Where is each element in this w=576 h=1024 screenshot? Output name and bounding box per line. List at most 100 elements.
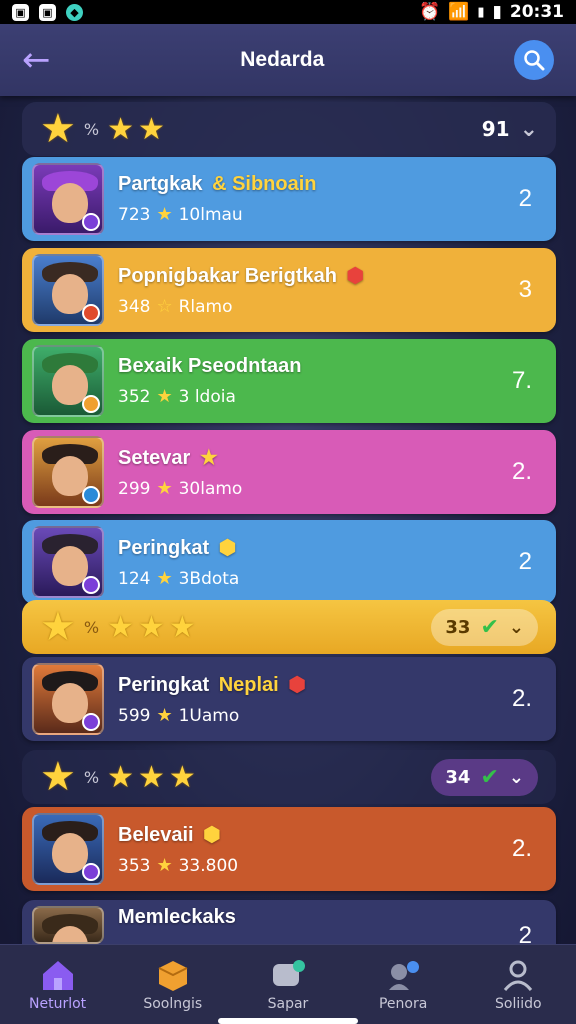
alarm-icon: ⏰ xyxy=(419,2,441,22)
nav-item-people[interactable]: Penora xyxy=(353,958,453,1012)
avatar xyxy=(32,163,104,235)
rank-value: 2 xyxy=(518,185,532,212)
player-name: Memleckaks xyxy=(118,906,236,928)
star-icon: ★ xyxy=(156,568,173,589)
rank-value: 2 xyxy=(518,548,532,575)
list-item[interactable]: Peringkat ⬢ 124 ★ 3Bdota 2 xyxy=(22,520,556,604)
player-label: 33.800 xyxy=(178,855,239,876)
player-name: Setevar xyxy=(118,447,191,469)
badge-icon xyxy=(82,213,100,231)
list-item[interactable]: Belevaii ⬢ 353 ★ 33.800 2. xyxy=(22,807,556,891)
star-filter-row[interactable]: ★ % ★ ★ ★ 34 ✔ ⌄ xyxy=(22,750,556,804)
player-score: 299 xyxy=(118,478,151,499)
nav-item-shop[interactable]: Soolngis xyxy=(123,958,223,1012)
chevron-icon: ⌄ xyxy=(508,766,524,788)
star-icon: ★ xyxy=(137,759,165,795)
avatar xyxy=(32,813,104,885)
star-icon: ★ xyxy=(40,604,76,650)
avatar xyxy=(32,663,104,735)
status-bar: ▣ ▣ ◆ ⏰ 📶 ▮ ▮ 20:31 xyxy=(0,0,576,24)
shield-icon: ⬢ xyxy=(346,265,364,287)
check-icon: ✔ xyxy=(480,614,499,640)
separator: % xyxy=(83,767,100,787)
nav-label: Sapar xyxy=(267,995,309,1012)
shield-icon: ⬢ xyxy=(203,824,221,846)
avatar xyxy=(32,906,104,944)
player-name: Bexaik Pseodntaan xyxy=(118,355,302,377)
clock: 20:31 xyxy=(509,2,564,22)
nav-label: Penora xyxy=(378,995,428,1012)
count-pill[interactable]: 34 ✔ ⌄ xyxy=(431,758,538,796)
nav-item-profile[interactable]: Soliido xyxy=(468,958,568,1012)
star-icon: ★ xyxy=(107,111,134,147)
star-icon: ★ xyxy=(199,447,218,469)
list-item[interactable]: Bexaik Pseodntaan 352 ★ 3 ldoia 7. xyxy=(22,339,556,423)
star-filter-row[interactable]: ★ % ★ ★ 91 ⌄ xyxy=(22,102,556,156)
shield-icon: ⬢ xyxy=(218,537,237,559)
rank-value: 2. xyxy=(511,458,532,485)
player-label: 10lmau xyxy=(178,204,243,225)
search-icon xyxy=(524,50,545,71)
player-score: 348 xyxy=(118,296,151,317)
home-icon xyxy=(42,960,73,990)
signal-icon: ▮ xyxy=(477,4,485,20)
list-item[interactable]: Setevar ★ 299 ★ 30lamo 2. xyxy=(22,430,556,514)
player-name: Popnigbakar Berigtkah xyxy=(118,265,337,287)
battery-icon: ▮ xyxy=(492,2,502,22)
app-bar: ← Nedarda xyxy=(0,24,576,96)
star-icon: ★ xyxy=(40,106,76,152)
rank-value: 2. xyxy=(511,685,532,712)
separator: % xyxy=(83,119,100,139)
chevron-icon: ⌄ xyxy=(508,616,524,638)
list-item[interactable]: Peringkat Neplai ⬢ 599 ★ 1Uamo 2. xyxy=(22,657,556,741)
nav-label: Soolngis xyxy=(143,995,203,1012)
player-label: Rlamo xyxy=(178,296,233,317)
player-label: 30lamo xyxy=(178,478,243,499)
badge-icon xyxy=(82,576,100,594)
star-icon: ★ xyxy=(168,609,196,645)
avatar xyxy=(32,526,104,598)
pill-value: 34 xyxy=(445,766,471,788)
player-name: Partgkak xyxy=(118,173,203,195)
player-name-extra: Neplai xyxy=(218,674,279,696)
star-icon: ★ xyxy=(137,111,165,147)
notification-icons: ▣ ▣ ◆ xyxy=(12,3,83,21)
nav-item-home[interactable]: Neturlot xyxy=(8,958,108,1012)
page-title: Nedarda xyxy=(240,48,325,71)
box-icon xyxy=(158,960,188,991)
bottom-navigation: Neturlot Soolngis Sapar Penora Soliido xyxy=(0,944,576,1024)
star-filter-row[interactable]: ★ % ★ ★ ★ 33 ✔ ⌄ xyxy=(22,600,556,654)
list-item[interactable]: Popnigbakar Berigtkah ⬢ 348 ☆ Rlamo 3 xyxy=(22,248,556,332)
rank-value: 2. xyxy=(511,835,532,862)
star-icon: ★ xyxy=(107,759,134,795)
app-notification-icon: ▣ xyxy=(39,3,56,21)
player-name: Peringkat xyxy=(118,537,210,559)
star-icon: ★ xyxy=(156,855,173,876)
back-arrow-icon[interactable]: ← xyxy=(22,43,51,77)
player-score: 124 xyxy=(118,568,151,589)
shield-icon: ⬢ xyxy=(288,674,306,696)
star-icon: ★ xyxy=(168,759,196,795)
check-icon: ✔ xyxy=(480,764,499,790)
player-score: 353 xyxy=(118,855,151,876)
chevron-down-icon[interactable]: ⌄ xyxy=(520,117,538,142)
pill-value: 33 xyxy=(445,616,471,638)
nav-item-chat[interactable]: Sapar xyxy=(238,958,338,1012)
chat-icon xyxy=(272,959,305,986)
player-score: 723 xyxy=(118,204,151,225)
list-item[interactable]: Partgkak & Sibnoain 723 ★ 10lmau 2 xyxy=(22,157,556,241)
star-icon: ★ xyxy=(156,478,173,499)
people-icon xyxy=(389,960,420,990)
player-label: 1Uamo xyxy=(178,705,240,726)
star-icon: ★ xyxy=(137,609,165,645)
star-icon: ☆ xyxy=(156,296,173,317)
player-label: 3 ldoia xyxy=(178,386,236,407)
badge-icon xyxy=(82,395,100,413)
player-label: 3Bdota xyxy=(178,568,240,589)
list-item[interactable]: Memleckaks 2 xyxy=(22,900,556,949)
count-pill[interactable]: 33 ✔ ⌄ xyxy=(431,608,538,646)
player-score: 352 xyxy=(118,386,151,407)
search-button[interactable] xyxy=(514,40,554,80)
separator: % xyxy=(83,617,100,637)
star-rating: ★ % ★ ★ ★ xyxy=(40,754,196,800)
